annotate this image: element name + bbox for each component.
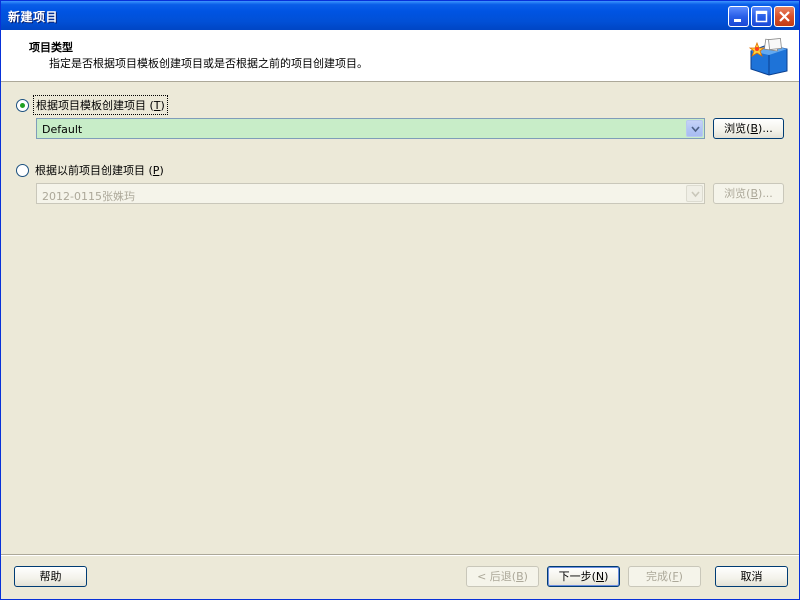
minimize-icon bbox=[734, 19, 741, 22]
template-radio-label[interactable]: 根据项目模板创建项目 (T) bbox=[33, 95, 168, 115]
previous-browse-label: 浏览 bbox=[724, 187, 747, 200]
previous-label-text: 根据以前项目创建项目 bbox=[35, 164, 145, 177]
help-label: 帮助 bbox=[39, 570, 62, 583]
template-browse-key: B bbox=[750, 122, 759, 135]
template-combo-value: Default bbox=[42, 123, 83, 136]
previous-browse-key: B bbox=[750, 187, 759, 200]
template-radio[interactable] bbox=[16, 98, 29, 112]
previous-project-combo[interactable]: 2012-0115张姝玙 bbox=[36, 183, 705, 204]
cancel-button[interactable]: 取消 bbox=[715, 566, 788, 587]
chevron-down-icon bbox=[691, 191, 700, 198]
next-label: 下一步 bbox=[558, 570, 592, 583]
back-button[interactable]: < 后退(B) bbox=[466, 566, 539, 587]
cancel-label: 取消 bbox=[740, 570, 763, 583]
chevron-down-icon bbox=[691, 126, 700, 133]
template-label-text: 根据项目模板创建项目 bbox=[36, 99, 146, 112]
help-button[interactable]: 帮助 bbox=[14, 566, 87, 587]
template-browse-suffix: ... bbox=[762, 122, 773, 135]
next-key: N bbox=[595, 570, 605, 583]
new-project-folder-icon bbox=[748, 37, 788, 76]
finish-label: 完成 bbox=[646, 570, 669, 583]
template-combo-dropdown[interactable] bbox=[686, 120, 703, 137]
previous-project-option[interactable]: 根据以前项目创建项目 (P) bbox=[16, 161, 166, 179]
next-button[interactable]: 下一步(N) bbox=[547, 566, 620, 587]
back-label: < 后退 bbox=[477, 570, 512, 583]
new-project-dialog: 新建项目 项目类型 指定是否根据项目模板创建项目或是否根据之前的项目创建项目。 … bbox=[0, 0, 800, 600]
previous-browse-button[interactable]: 浏览(B)... bbox=[713, 183, 784, 204]
maximize-button[interactable] bbox=[751, 6, 772, 27]
previous-accesskey: P bbox=[152, 164, 160, 177]
close-button[interactable] bbox=[774, 6, 795, 27]
title-bar[interactable]: 新建项目 bbox=[1, 1, 799, 30]
previous-project-radio[interactable] bbox=[16, 163, 29, 177]
footer-divider bbox=[1, 554, 799, 556]
previous-combo-dropdown[interactable] bbox=[686, 185, 703, 202]
window-title: 新建项目 bbox=[8, 10, 59, 24]
previous-combo-value: 2012-0115张姝玙 bbox=[42, 190, 135, 203]
template-combo[interactable]: Default bbox=[36, 118, 705, 139]
previous-project-radio-label[interactable]: 根据以前项目创建项目 (P) bbox=[33, 161, 166, 179]
page-description: 指定是否根据项目模板创建项目或是否根据之前的项目创建项目。 bbox=[49, 57, 368, 70]
wizard-header: 项目类型 指定是否根据项目模板创建项目或是否根据之前的项目创建项目。 bbox=[1, 30, 799, 82]
minimize-button[interactable] bbox=[728, 6, 749, 27]
template-accesskey: T bbox=[153, 99, 161, 112]
finish-key: F bbox=[672, 570, 679, 583]
template-browse-label: 浏览 bbox=[724, 122, 747, 135]
back-key: B bbox=[516, 570, 524, 583]
template-browse-button[interactable]: 浏览(B)... bbox=[713, 118, 784, 139]
finish-button[interactable]: 完成(F) bbox=[628, 566, 701, 587]
close-icon bbox=[779, 11, 790, 22]
maximize-icon bbox=[755, 10, 768, 23]
previous-browse-suffix: ... bbox=[762, 187, 773, 200]
template-option[interactable]: 根据项目模板创建项目 (T) bbox=[16, 95, 168, 115]
page-title: 项目类型 bbox=[29, 41, 73, 54]
